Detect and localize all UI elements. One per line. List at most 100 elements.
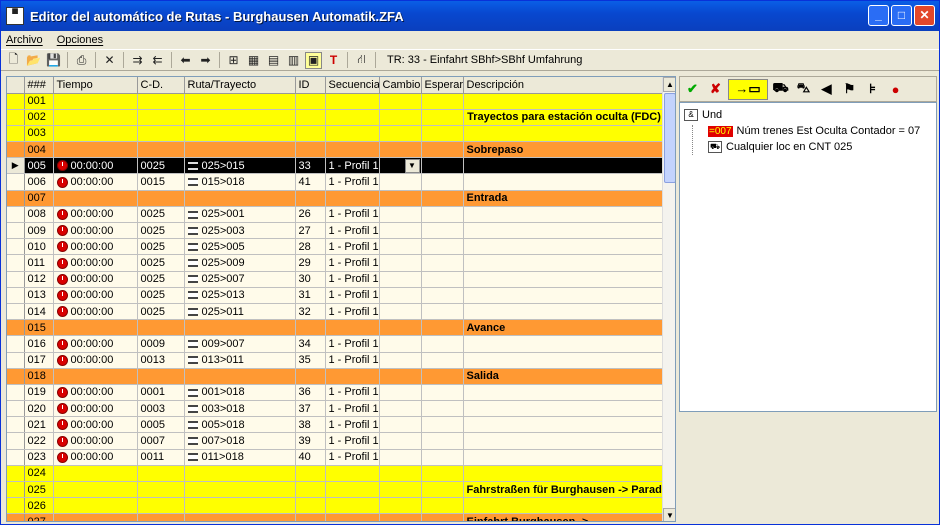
cell-change[interactable] — [379, 449, 422, 466]
cell-description[interactable] — [463, 222, 662, 240]
cell-description[interactable]: Salida — [463, 368, 662, 385]
cell-description[interactable] — [463, 449, 662, 466]
table-row[interactable]: 027 Einfahrt Burghausen -> — [7, 513, 662, 521]
print-icon[interactable]: ⎙ — [73, 52, 90, 69]
row-selector[interactable] — [7, 93, 25, 110]
signal-icon[interactable]: ⚑ — [839, 79, 860, 100]
cell-cd[interactable]: 0025 — [137, 206, 185, 224]
cell-number[interactable]: 012 — [24, 271, 54, 288]
cell-number[interactable]: 021 — [24, 416, 54, 434]
cell-description[interactable]: Einfahrt Burghausen -> — [463, 513, 662, 521]
cell-wait[interactable] — [421, 416, 464, 434]
cell-description[interactable] — [463, 238, 662, 256]
cell-description[interactable] — [463, 384, 662, 402]
cell-time[interactable]: 00:00:00 — [53, 384, 138, 402]
menu-options[interactable]: Opciones — [57, 34, 103, 46]
row-selector[interactable] — [7, 481, 25, 499]
cell-time[interactable]: 00:00:00 — [53, 287, 138, 304]
cell-route[interactable]: 011>018 — [184, 449, 296, 466]
cell-sequence[interactable]: 1 - Profil 1 — [325, 335, 380, 353]
cell-change[interactable] — [379, 319, 422, 337]
cell-cd[interactable]: 0025 — [137, 222, 185, 240]
cell-route[interactable]: 013>011 — [184, 352, 296, 369]
cell-sequence[interactable] — [325, 109, 380, 126]
cell-description[interactable] — [463, 303, 662, 321]
cell-route[interactable] — [184, 125, 296, 143]
cell-time[interactable] — [53, 465, 138, 483]
cell-change[interactable] — [379, 206, 422, 224]
cell-id[interactable]: 36 — [295, 384, 326, 402]
row-selector[interactable] — [7, 400, 25, 418]
table-row[interactable]: 021 00:00:00 0005 005>018 38 1 - Profil 1 — [7, 416, 662, 434]
cell-cd[interactable]: 0025 — [137, 271, 185, 288]
cell-wait[interactable] — [421, 287, 464, 304]
cell-sequence[interactable]: 1 - Profil 1 — [325, 352, 380, 369]
cell-sequence[interactable]: 1 - Profil 1 — [325, 287, 380, 304]
cell-description[interactable] — [463, 287, 662, 304]
grid-icon[interactable]: ▦ — [245, 52, 262, 69]
wagon-icon[interactable]: ⛍ — [793, 79, 814, 100]
column-header[interactable]: Cambio — [379, 77, 422, 94]
cell-number[interactable]: 022 — [24, 432, 54, 450]
table-row[interactable]: 003 — [7, 125, 662, 143]
table-row[interactable]: 011 00:00:00 0025 025>009 29 1 - Profil 1 — [7, 254, 662, 272]
cell-time[interactable] — [53, 319, 138, 337]
cell-id[interactable]: 39 — [295, 432, 326, 450]
cell-wait[interactable] — [421, 173, 464, 191]
cell-time[interactable] — [53, 141, 138, 159]
cell-route[interactable]: 025>007 — [184, 271, 296, 288]
cell-description[interactable] — [463, 497, 662, 515]
cell-description[interactable] — [463, 254, 662, 272]
cell-number[interactable]: 009 — [24, 222, 54, 240]
table-row[interactable]: 001 — [7, 93, 662, 110]
cell-change[interactable] — [379, 125, 422, 143]
layout-icon[interactable]: ⊞ — [225, 52, 242, 69]
cell-change[interactable] — [379, 287, 422, 304]
cell-sequence[interactable] — [325, 319, 380, 337]
title-bar[interactable]: ▦ Editor del automático de Rutas - Burgh… — [1, 1, 939, 31]
cell-number[interactable]: 002 — [24, 109, 54, 126]
row-selector[interactable] — [7, 319, 25, 337]
cell-sequence[interactable] — [325, 125, 380, 143]
cell-change[interactable] — [379, 400, 422, 418]
cell-wait[interactable] — [421, 432, 464, 450]
cell-description[interactable] — [463, 465, 662, 483]
cell-id[interactable]: 34 — [295, 335, 326, 353]
tree-node-and[interactable]: & Und — [684, 107, 932, 123]
cell-number[interactable]: 024 — [24, 465, 54, 483]
table-row[interactable]: 004 Sobrepaso — [7, 141, 662, 159]
cell-number[interactable]: 003 — [24, 125, 54, 143]
cell-change[interactable] — [379, 416, 422, 434]
cell-number[interactable]: 016 — [24, 335, 54, 353]
cell-sequence[interactable]: 1 - Profil 1 — [325, 238, 380, 256]
cell-id[interactable] — [295, 190, 326, 207]
table-row[interactable]: 013 00:00:00 0025 025>013 31 1 - Profil 1 — [7, 287, 662, 304]
cell-cd[interactable] — [137, 368, 185, 385]
cell-description[interactable] — [463, 400, 662, 418]
cell-time[interactable]: 00:00:00 — [53, 157, 138, 175]
cell-wait[interactable] — [421, 319, 464, 337]
row-selector[interactable] — [7, 206, 25, 224]
row-selector[interactable] — [7, 287, 25, 304]
cell-sequence[interactable] — [325, 190, 380, 207]
cell-time[interactable]: 00:00:00 — [53, 271, 138, 288]
cell-description[interactable] — [463, 173, 662, 191]
route-arrow-icon[interactable]: →▭ — [728, 78, 768, 100]
row-selector[interactable] — [7, 125, 25, 143]
table-row[interactable]: 006 00:00:00 0015 015>018 41 1 - Profil 1 — [7, 173, 662, 191]
cell-description[interactable] — [463, 335, 662, 353]
cell-cd[interactable]: 0025 — [137, 238, 185, 256]
cell-wait[interactable] — [421, 271, 464, 288]
cell-wait[interactable] — [421, 93, 464, 110]
cell-sequence[interactable] — [325, 368, 380, 385]
cell-number[interactable]: 008 — [24, 206, 54, 224]
cell-cd[interactable] — [137, 497, 185, 515]
cell-wait[interactable] — [421, 206, 464, 224]
row-selector[interactable] — [7, 497, 25, 515]
row-selector[interactable] — [7, 368, 25, 385]
cell-time[interactable] — [53, 497, 138, 515]
cell-sequence[interactable] — [325, 481, 380, 499]
cell-description[interactable] — [463, 157, 662, 175]
cell-time[interactable] — [53, 125, 138, 143]
cell-number[interactable]: 015 — [24, 319, 54, 337]
